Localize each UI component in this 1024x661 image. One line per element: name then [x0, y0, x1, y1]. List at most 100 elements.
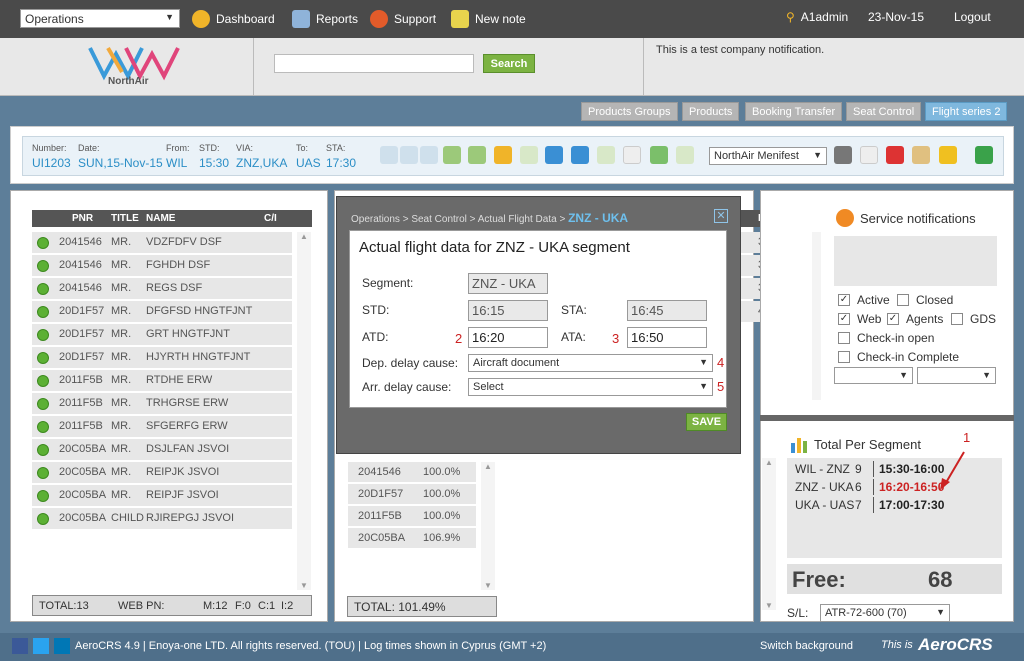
save-button[interactable]: SAVE	[686, 413, 727, 431]
gds-checkbox[interactable]	[951, 313, 963, 325]
aircraft-select[interactable]: ATR-72-600 (70) ▼	[820, 604, 950, 622]
passenger-row[interactable]: 20C05BA MR. REIPJK JSVOI	[32, 462, 292, 483]
scroll-up-icon[interactable]: ▲	[481, 462, 495, 471]
status-dot-icon	[37, 375, 49, 387]
service-filter-select[interactable]: ▼	[834, 367, 913, 384]
segment-scrollbar[interactable]: ▲ ▼	[762, 458, 776, 610]
tab-products-groups[interactable]: Products Groups	[581, 102, 678, 121]
new-note-link[interactable]: New note	[451, 10, 526, 28]
user-icon[interactable]	[571, 146, 589, 164]
row-pnr: 20D1F57	[59, 351, 105, 363]
print-icon[interactable]	[834, 146, 852, 164]
switch-background-link[interactable]: Switch background	[760, 640, 853, 652]
passenger-row[interactable]: 20D1F57 MR. GRT HNGTFJNT	[32, 324, 292, 345]
user-link[interactable]: ⚲ A1admin	[786, 10, 848, 24]
add-page-icon[interactable]	[597, 146, 615, 164]
atd-input[interactable]: 16:20	[468, 327, 548, 348]
plane-icon[interactable]	[420, 146, 438, 164]
arr-delay-select[interactable]: Select ▼	[468, 378, 713, 396]
refresh-icon[interactable]	[975, 146, 993, 164]
passenger-row[interactable]: 20C05BA MR. DSJLFAN JSVOI	[32, 439, 292, 460]
row-name: REIPJK JSVOI	[146, 466, 220, 478]
reports-label: Reports	[316, 12, 359, 26]
scroll-down-icon[interactable]: ▼	[297, 581, 311, 590]
passenger-row[interactable]: 2011F5B MR. RTDHE ERW	[32, 370, 292, 391]
row-pnr: 2011F5B	[59, 420, 103, 432]
list-icon[interactable]	[468, 146, 486, 164]
tab-seat-control[interactable]: Seat Control	[846, 102, 922, 121]
std-label: STD:	[362, 303, 390, 317]
row-name: DFGFSD HNGTFJNT	[146, 305, 253, 317]
agents-label: Agents	[906, 312, 944, 326]
linkedin-icon[interactable]	[54, 638, 70, 654]
segment-count: 7	[855, 498, 862, 512]
mode-select[interactable]: Operations ▼	[20, 9, 180, 28]
dep-delay-label: Dep. delay cause:	[362, 356, 459, 370]
checkin-complete-checkbox[interactable]	[838, 351, 850, 363]
scroll-up-icon[interactable]: ▲	[297, 232, 311, 241]
tab-flight-series[interactable]: Flight series 2	[925, 102, 1008, 121]
passenger-row[interactable]: 2041546 MR. VDZFDFV DSF	[32, 232, 292, 253]
load-row[interactable]: 20C05BA 106.9%	[348, 528, 476, 548]
logout-link[interactable]: Logout	[954, 10, 991, 24]
passenger-row[interactable]: 2011F5B MR. SFGERFG ERW	[32, 416, 292, 437]
checkin-open-checkbox[interactable]	[838, 332, 850, 344]
add-document-icon[interactable]	[520, 146, 538, 164]
agents-checkbox[interactable]: ✓	[887, 313, 899, 325]
segment-route: WIL - ZNZ	[795, 462, 850, 476]
service-scrollbar[interactable]	[812, 232, 821, 400]
support-link[interactable]: Support	[370, 10, 436, 28]
pdf-icon[interactable]	[886, 146, 904, 164]
edit-icon[interactable]	[494, 146, 512, 164]
dashboard-link[interactable]: Dashboard	[192, 10, 275, 28]
scroll-down-icon[interactable]: ▼	[481, 581, 495, 590]
users-icon[interactable]	[545, 146, 563, 164]
scroll-up-icon[interactable]: ▲	[762, 458, 776, 467]
dep-delay-select[interactable]: Aircraft document ▼	[468, 354, 713, 372]
tab-products[interactable]: Products	[682, 102, 740, 121]
manifest-select[interactable]: NorthAir Menifest ▼	[709, 147, 827, 165]
reports-link[interactable]: Reports	[292, 10, 358, 28]
load-row[interactable]: 20D1F57 100.0%	[348, 484, 476, 504]
user-icon: ⚲	[786, 10, 795, 24]
web-label: Web	[857, 312, 882, 326]
passenger-row[interactable]: 20D1F57 MR. HJYRTH HNGTFJNT	[32, 347, 292, 368]
add-list-icon[interactable]	[443, 146, 461, 164]
copyright-text: | Enoya-one LTD. All rights reserved. (T…	[142, 640, 547, 652]
ata-input[interactable]: 16:50	[627, 327, 707, 348]
tab-booking-transfer[interactable]: Booking Transfer	[745, 102, 843, 121]
row-name: GRT HNGTFJNT	[146, 328, 230, 340]
active-checkbox[interactable]: ✓	[838, 294, 850, 306]
load-row[interactable]: 2041546 100.0%	[348, 462, 476, 482]
passenger-row[interactable]: 2011F5B MR. TRHGRSE ERW	[32, 393, 292, 414]
scroll-down-icon[interactable]: ▼	[762, 601, 776, 610]
close-icon[interactable]: ✕	[714, 209, 728, 223]
passenger-scrollbar[interactable]: ▲ ▼	[297, 232, 311, 590]
status-dot-icon	[37, 283, 49, 295]
plane-icon[interactable]	[380, 146, 398, 164]
passenger-row[interactable]: 2041546 MR. REGS DSF	[32, 278, 292, 299]
service-box	[834, 236, 997, 286]
pct-scrollbar[interactable]: ▲ ▼	[481, 462, 495, 590]
plane-icon[interactable]	[400, 146, 418, 164]
facebook-icon[interactable]	[12, 638, 28, 654]
web-pn: WEB PN:	[118, 600, 165, 612]
twitter-icon[interactable]	[33, 638, 49, 654]
email-icon[interactable]	[939, 146, 957, 164]
passenger-row[interactable]: 2041546 MR. FGHDH DSF	[32, 255, 292, 276]
mobile-icon[interactable]	[650, 146, 668, 164]
clipboard-icon[interactable]	[912, 146, 930, 164]
page-icon[interactable]	[623, 146, 641, 164]
segment-label: Segment:	[362, 276, 414, 290]
check-document-icon[interactable]	[676, 146, 694, 164]
font-icon[interactable]	[860, 146, 878, 164]
search-button[interactable]: Search	[483, 54, 535, 73]
service-filter-select[interactable]: ▼	[917, 367, 996, 384]
closed-checkbox[interactable]	[897, 294, 909, 306]
passenger-row[interactable]: 20C05BA CHILD RJIREPGJ JSVOI	[32, 508, 292, 529]
load-row[interactable]: 2011F5B 100.0%	[348, 506, 476, 526]
web-checkbox[interactable]: ✓	[838, 313, 850, 325]
search-input[interactable]	[274, 54, 474, 73]
passenger-row[interactable]: 20D1F57 MR. DFGFSD HNGTFJNT	[32, 301, 292, 322]
passenger-row[interactable]: 20C05BA MR. REIPJF JSVOI	[32, 485, 292, 506]
